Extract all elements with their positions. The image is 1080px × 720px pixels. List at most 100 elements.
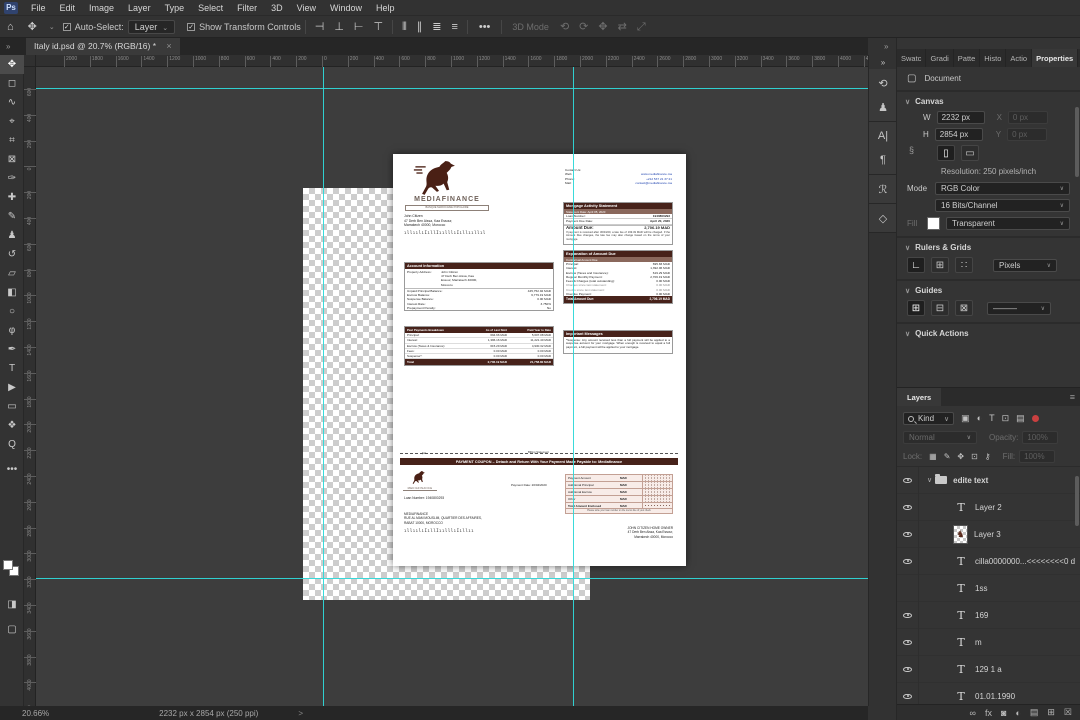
layer-name[interactable]: 01.01.1990 [975,692,1015,701]
layer-row[interactable]: ∨edite text [897,467,1080,494]
filter-type-icon[interactable]: T [989,413,995,424]
lock-transparency-icon[interactable]: ▦ [929,452,937,461]
layer-mask-icon[interactable]: ◙ [1001,708,1006,718]
toggle-pixel-grid-icon[interactable]: ∷ [955,257,973,273]
eye-cell[interactable] [897,521,919,548]
toolbar-more-icon[interactable]: ••• [0,460,24,479]
tab-layers[interactable]: Layers [897,388,941,406]
layer-name[interactable]: Layer 2 [975,503,1002,512]
gradient-tool[interactable]: ◧ [0,283,24,302]
distribute-left-icon[interactable]: ≣ [427,21,446,33]
mode-select[interactable]: RGB Color∨ [935,182,1070,195]
auto-select-checkbox[interactable]: ✓ [63,23,71,31]
eye-cell[interactable] [897,548,919,575]
current-tool-icon[interactable]: ✥ [21,20,44,33]
layer-row[interactable]: T1ss [897,575,1080,602]
horizontal-ruler[interactable]: 2000180016001400120010008006004002000200… [36,55,868,67]
zoom-level-field[interactable]: 20.66% [22,709,49,718]
document-page[interactable]: MEDIAFINANCE BANQUE MAROCAINE POPULAIRE … [393,154,686,566]
filter-toggle-icon[interactable] [1032,415,1039,422]
vertical-guide-2[interactable] [573,67,574,706]
bit-depth-select[interactable]: 16 Bits/Channel∨ [935,199,1070,212]
layer-name[interactable]: cilla0000000...<<<<<<<<0 d [975,557,1075,566]
canvas-height-field[interactable]: 2854 px [935,128,983,141]
canvas-section-header[interactable]: ∨Canvas [897,91,1080,109]
layer-name[interactable]: Layer 3 [974,530,1001,539]
landscape-orientation-button[interactable]: ▭ [961,145,979,161]
document-tab[interactable]: Italy id.psd @ 20.7% (RGB/16) * × [26,38,180,55]
menu-image[interactable]: Image [82,0,121,16]
layer-name[interactable]: 169 [975,611,988,620]
pen-tool[interactable]: ✒ [0,340,24,359]
panel-collapse-icon[interactable]: » [869,55,897,69]
units-select[interactable]: Pixels∨ [993,259,1057,272]
filter-pixel-icon[interactable]: ▣ [961,413,970,424]
lasso-tool[interactable]: ∿ [0,93,24,112]
dodge-tool[interactable]: φ [0,321,24,340]
eye-cell[interactable] [897,467,919,494]
adjustment-layer-icon[interactable]: ◐ [1015,708,1020,718]
coupon-amount-cell[interactable] [642,489,672,495]
menu-file[interactable]: File [24,0,53,16]
contact-value[interactable]: contact@mediafinance.ma [635,181,672,185]
quick-mask-icon[interactable]: ◨ [0,595,24,614]
tab-swatc[interactable]: Swatc [897,49,926,67]
coupon-amount-cell[interactable] [642,482,672,488]
portrait-orientation-button[interactable]: ▯ [937,145,955,161]
coupon-amount-cell[interactable] [642,475,672,481]
layer-filter-kind[interactable]: Kind ∨ [903,412,954,425]
layer-row[interactable]: TLayer 2 [897,494,1080,521]
coupon-amount-cell[interactable] [642,503,672,508]
tab-patte[interactable]: Patte [954,49,981,67]
toolbar-collapse-icon[interactable]: » [6,42,10,51]
fill-select[interactable]: Transparent∨ [946,217,1070,230]
link-dimensions-icon[interactable]: § [909,145,914,155]
object-selection-tool[interactable]: ⌖ [0,112,24,131]
guides-from-shape-icon[interactable]: ⊟ [931,300,949,316]
blur-tool[interactable]: ○ [0,302,24,321]
layers-scrollbar[interactable] [1075,476,1079,526]
eye-cell[interactable] [897,494,919,521]
eye-cell[interactable] [897,629,919,656]
filter-adjustment-icon[interactable]: ◐ [977,413,982,424]
screen-mode-icon[interactable]: ▢ [0,620,24,639]
new-group-icon[interactable]: ▤ [1030,707,1039,718]
tab-gradi[interactable]: Gradi [926,49,953,67]
quick-actions-section-header[interactable]: ∨Quick Actions [897,323,1080,341]
character-panel-icon[interactable]: A| [869,124,897,148]
distribute-h-icon[interactable]: ∥ [412,21,428,33]
move-tool[interactable]: ✥ [0,55,24,74]
layer-name[interactable]: m [975,638,982,647]
layers-menu-icon[interactable]: ≡ [1065,388,1080,406]
marquee-tool[interactable]: ◻ [0,74,24,93]
layer-visibility-icon[interactable] [903,532,912,537]
eye-cell[interactable] [897,602,919,629]
menu-layer[interactable]: Layer [121,0,158,16]
type-tool[interactable]: T [0,359,24,378]
layer-row[interactable]: Tm [897,629,1080,656]
glyphs-panel-icon[interactable]: ℛ [869,177,897,201]
path-selection-tool[interactable]: ▶ [0,378,24,397]
tab-histo[interactable]: Histo [980,49,1006,67]
clone-source-panel-icon[interactable]: ♟ [869,95,897,119]
eye-cell[interactable] [897,656,919,683]
tool-caret-icon[interactable]: ⌄ [49,23,55,31]
group-expand-icon[interactable]: ∨ [927,476,932,484]
layer-visibility-icon[interactable] [903,694,912,699]
horizontal-guide-2[interactable] [36,578,868,579]
layer-row[interactable]: ♞Layer 3 [897,521,1080,548]
layer-visibility-icon[interactable] [903,667,912,672]
new-layer-icon[interactable]: ⊞ [1047,707,1055,718]
home-icon[interactable]: ⌂ [0,21,21,33]
more-options-icon[interactable]: ••• [472,21,498,33]
healing-brush-tool[interactable]: ✚ [0,188,24,207]
vertical-ruler[interactable]: 6004002000200400600800100012001400160018… [24,67,36,706]
horizontal-guide-1[interactable] [36,88,868,89]
properties-scrollbar[interactable] [1075,107,1079,177]
tab-actio[interactable]: Actio [1006,49,1032,67]
status-arrow-icon[interactable]: > [298,709,303,718]
filter-smart-icon[interactable]: ▤ [1016,413,1025,424]
layer-row[interactable]: T129 1 a [897,656,1080,683]
close-tab-icon[interactable]: × [166,41,171,51]
eyedropper-tool[interactable]: ✑ [0,169,24,188]
